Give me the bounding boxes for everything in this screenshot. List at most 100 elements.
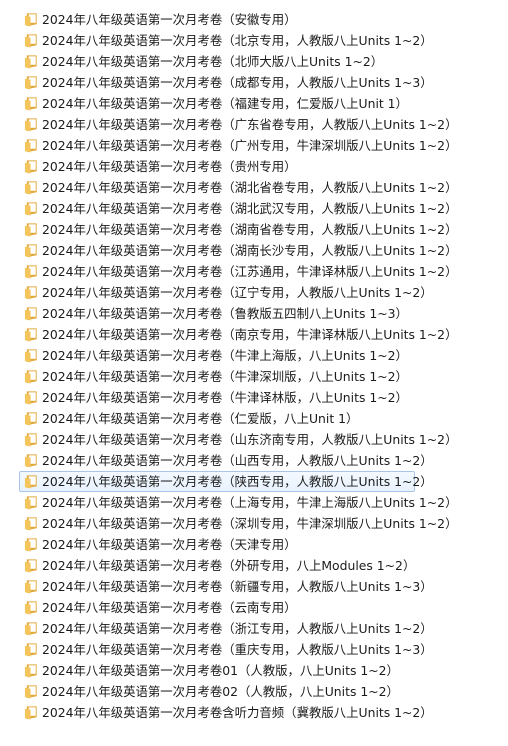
folder-icon xyxy=(24,139,37,153)
folder-icon xyxy=(24,328,37,342)
folder-row[interactable]: 2024年八年级英语第一次月考卷（成都专用，人教版八上Units 1~3） xyxy=(0,72,508,93)
folder-row[interactable]: 2024年八年级英语第一次月考卷（外研专用，八上Modules 1~2） xyxy=(0,555,508,576)
folder-row[interactable]: 2024年八年级英语第一次月考卷（福建专用，仁爱版八上Unit 1） xyxy=(0,93,508,114)
folder-icon xyxy=(24,286,37,300)
folder-row[interactable]: 2024年八年级英语第一次月考卷（牛津深圳版，八上Units 1~2） xyxy=(0,366,508,387)
folder-row[interactable]: 2024年八年级英语第一次月考卷（重庆专用，人教版八上Units 1~3） xyxy=(0,639,508,660)
folder-icon xyxy=(24,664,37,678)
folder-name: 2024年八年级英语第一次月考卷（浙江专用，人教版八上Units 1~2） xyxy=(42,621,433,636)
folder-row[interactable]: 2024年八年级英语第一次月考卷（湖北省卷专用，人教版八上Units 1~2） xyxy=(0,177,508,198)
folder-row[interactable]: 2024年八年级英语第一次月考卷（南京专用，牛津译林版八上Units 1~2） xyxy=(0,324,508,345)
folder-icon xyxy=(24,181,37,195)
folder-row[interactable]: 2024年八年级英语第一次月考卷（陕西专用，人教版八上Units 1~2） xyxy=(0,471,508,492)
folder-row[interactable]: 2024年八年级英语第一次月考卷（天津专用） xyxy=(0,534,508,555)
folder-icon xyxy=(24,118,37,132)
file-list: 2024年八年级英语第一次月考卷（安徽专用） 2024年八年级英语第一次月考卷（北… xyxy=(0,9,508,723)
folder-icon xyxy=(24,412,37,426)
folder-name: 2024年八年级英语第一次月考卷（贵州专用） xyxy=(42,159,297,174)
folder-name: 2024年八年级英语第一次月考卷（江苏通用，牛津译林版八上Units 1~2） xyxy=(42,264,458,279)
folder-name: 2024年八年级英语第一次月考卷（成都专用，人教版八上Units 1~3） xyxy=(42,75,433,90)
folder-row[interactable]: 2024年八年级英语第一次月考卷（湖南省卷专用，人教版八上Units 1~2） xyxy=(0,219,508,240)
folder-row[interactable]: 2024年八年级英语第一次月考卷（贵州专用） xyxy=(0,156,508,177)
folder-row[interactable]: 2024年八年级英语第一次月考卷（辽宁专用，人教版八上Units 1~2） xyxy=(0,282,508,303)
folder-row[interactable]: 2024年八年级英语第一次月考卷（北京专用，人教版八上Units 1~2） xyxy=(0,30,508,51)
folder-icon xyxy=(24,349,37,363)
folder-icon xyxy=(24,622,37,636)
folder-name: 2024年八年级英语第一次月考卷（新疆专用，人教版八上Units 1~3） xyxy=(42,579,433,594)
folder-name: 2024年八年级英语第一次月考卷（陕西专用，人教版八上Units 1~2） xyxy=(42,474,433,489)
folder-row[interactable]: 2024年八年级英语第一次月考卷（鲁教版五四制八上Units 1~3） xyxy=(0,303,508,324)
folder-row[interactable]: 2024年八年级英语第一次月考卷（广州专用，牛津深圳版八上Units 1~2） xyxy=(0,135,508,156)
folder-name: 2024年八年级英语第一次月考卷（云南专用） xyxy=(42,600,297,615)
folder-icon xyxy=(24,433,37,447)
folder-name: 2024年八年级英语第一次月考卷（福建专用，仁爱版八上Unit 1） xyxy=(42,96,408,111)
folder-icon xyxy=(24,559,37,573)
folder-icon xyxy=(24,223,37,237)
folder-icon xyxy=(24,706,37,720)
folder-name: 2024年八年级英语第一次月考卷（广东省卷专用，人教版八上Units 1~2） xyxy=(42,117,458,132)
folder-name: 2024年八年级英语第一次月考卷（北京专用，人教版八上Units 1~2） xyxy=(42,33,433,48)
folder-row[interactable]: 2024年八年级英语第一次月考卷（湖南长沙专用，人教版八上Units 1~2） xyxy=(0,240,508,261)
folder-row[interactable]: 2024年八年级英语第一次月考卷（江苏通用，牛津译林版八上Units 1~2） xyxy=(0,261,508,282)
folder-row[interactable]: 2024年八年级英语第一次月考卷02（人教版，八上Units 1~2） xyxy=(0,681,508,702)
folder-row[interactable]: 2024年八年级英语第一次月考卷（深圳专用，牛津深圳版八上Units 1~2） xyxy=(0,513,508,534)
folder-icon xyxy=(24,55,37,69)
folder-name: 2024年八年级英语第一次月考卷（湖南省卷专用，人教版八上Units 1~2） xyxy=(42,222,458,237)
folder-name: 2024年八年级英语第一次月考卷（湖北武汉专用，人教版八上Units 1~2） xyxy=(42,201,458,216)
folder-icon xyxy=(24,643,37,657)
folder-icon xyxy=(24,307,37,321)
folder-icon xyxy=(24,97,37,111)
folder-icon xyxy=(24,496,37,510)
folder-row[interactable]: 2024年八年级英语第一次月考卷（上海专用，牛津上海版八上Units 1~2） xyxy=(0,492,508,513)
folder-name: 2024年八年级英语第一次月考卷01（人教版，八上Units 1~2） xyxy=(42,663,399,678)
folder-name: 2024年八年级英语第一次月考卷（南京专用，牛津译林版八上Units 1~2） xyxy=(42,327,458,342)
folder-name: 2024年八年级英语第一次月考卷（牛津深圳版，八上Units 1~2） xyxy=(42,369,408,384)
folder-icon xyxy=(24,244,37,258)
folder-row[interactable]: 2024年八年级英语第一次月考卷（浙江专用，人教版八上Units 1~2） xyxy=(0,618,508,639)
folder-row[interactable]: 2024年八年级英语第一次月考卷（湖北武汉专用，人教版八上Units 1~2） xyxy=(0,198,508,219)
folder-icon xyxy=(24,601,37,615)
folder-icon xyxy=(24,160,37,174)
folder-name: 2024年八年级英语第一次月考卷（山西专用，人教版八上Units 1~2） xyxy=(42,453,433,468)
folder-name: 2024年八年级英语第一次月考卷（牛津译林版，八上Units 1~2） xyxy=(42,390,408,405)
folder-icon xyxy=(24,265,37,279)
folder-name: 2024年八年级英语第一次月考卷（湖北省卷专用，人教版八上Units 1~2） xyxy=(42,180,458,195)
folder-name: 2024年八年级英语第一次月考卷（辽宁专用，人教版八上Units 1~2） xyxy=(42,285,433,300)
folder-name: 2024年八年级英语第一次月考卷（上海专用，牛津上海版八上Units 1~2） xyxy=(42,495,458,510)
folder-name: 2024年八年级英语第一次月考卷（北师大版八上Units 1~2） xyxy=(42,54,384,69)
folder-icon xyxy=(24,34,37,48)
folder-name: 2024年八年级英语第一次月考卷（仁爱版，八上Unit 1） xyxy=(42,411,359,426)
folder-name: 2024年八年级英语第一次月考卷02（人教版，八上Units 1~2） xyxy=(42,684,399,699)
folder-name: 2024年八年级英语第一次月考卷（天津专用） xyxy=(42,537,297,552)
folder-row[interactable]: 2024年八年级英语第一次月考卷（云南专用） xyxy=(0,597,508,618)
folder-name: 2024年八年级英语第一次月考卷（重庆专用，人教版八上Units 1~3） xyxy=(42,642,433,657)
folder-row[interactable]: 2024年八年级英语第一次月考卷（牛津上海版，八上Units 1~2） xyxy=(0,345,508,366)
folder-row[interactable]: 2024年八年级英语第一次月考卷（仁爱版，八上Unit 1） xyxy=(0,408,508,429)
folder-row[interactable]: 2024年八年级英语第一次月考卷01（人教版，八上Units 1~2） xyxy=(0,660,508,681)
folder-row[interactable]: 2024年八年级英语第一次月考卷（山东济南专用，人教版八上Units 1~2） xyxy=(0,429,508,450)
folder-name: 2024年八年级英语第一次月考卷（外研专用，八上Modules 1~2） xyxy=(42,558,416,573)
folder-icon xyxy=(24,76,37,90)
folder-row[interactable]: 2024年八年级英语第一次月考卷（牛津译林版，八上Units 1~2） xyxy=(0,387,508,408)
folder-name: 2024年八年级英语第一次月考卷（广州专用，牛津深圳版八上Units 1~2） xyxy=(42,138,458,153)
folder-icon xyxy=(24,202,37,216)
folder-row[interactable]: 2024年八年级英语第一次月考卷（北师大版八上Units 1~2） xyxy=(0,51,508,72)
folder-icon xyxy=(24,370,37,384)
folder-icon xyxy=(24,475,37,489)
folder-name: 2024年八年级英语第一次月考卷（安徽专用） xyxy=(42,12,297,27)
folder-icon xyxy=(24,13,37,27)
folder-row[interactable]: 2024年八年级英语第一次月考卷（山西专用，人教版八上Units 1~2） xyxy=(0,450,508,471)
folder-row[interactable]: 2024年八年级英语第一次月考卷含听力音频（冀教版八上Units 1~2） xyxy=(0,702,508,723)
folder-row[interactable]: 2024年八年级英语第一次月考卷（新疆专用，人教版八上Units 1~3） xyxy=(0,576,508,597)
folder-row[interactable]: 2024年八年级英语第一次月考卷（安徽专用） xyxy=(0,9,508,30)
folder-name: 2024年八年级英语第一次月考卷（深圳专用，牛津深圳版八上Units 1~2） xyxy=(42,516,458,531)
folder-icon xyxy=(24,517,37,531)
folder-icon xyxy=(24,454,37,468)
folder-icon xyxy=(24,685,37,699)
folder-name: 2024年八年级英语第一次月考卷（山东济南专用，人教版八上Units 1~2） xyxy=(42,432,458,447)
folder-name: 2024年八年级英语第一次月考卷（湖南长沙专用，人教版八上Units 1~2） xyxy=(42,243,458,258)
folder-row[interactable]: 2024年八年级英语第一次月考卷（广东省卷专用，人教版八上Units 1~2） xyxy=(0,114,508,135)
folder-name: 2024年八年级英语第一次月考卷（鲁教版五四制八上Units 1~3） xyxy=(42,306,408,321)
folder-icon xyxy=(24,580,37,594)
folder-icon xyxy=(24,391,37,405)
